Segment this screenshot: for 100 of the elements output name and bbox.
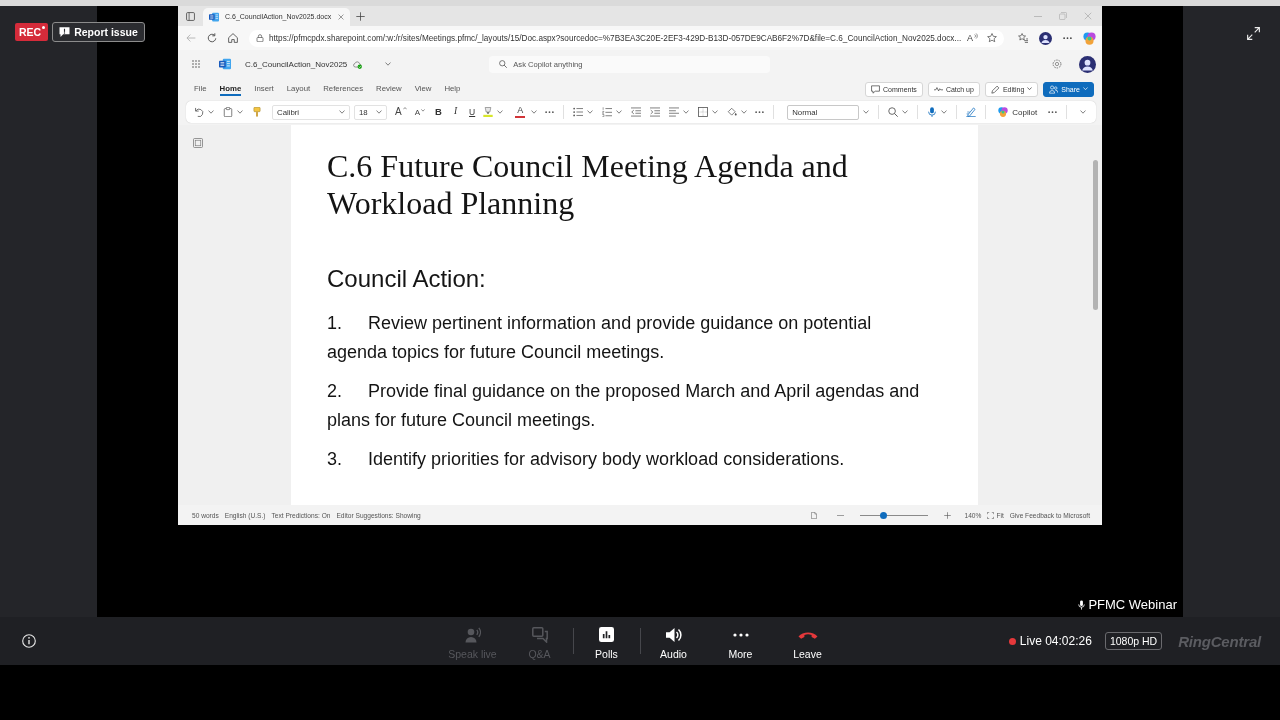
caret-icon[interactable] bbox=[863, 110, 870, 114]
speaker-icon bbox=[665, 626, 682, 643]
list-item: 1. Review pertinent information and provide guidance on potential agenda topics for future Council meetings. bbox=[327, 312, 873, 364]
quality-badge[interactable]: 1080p HD bbox=[1104, 632, 1163, 650]
caret-icon[interactable] bbox=[376, 110, 382, 114]
brush-icon[interactable] bbox=[252, 107, 262, 117]
caret-icon bbox=[1083, 87, 1088, 91]
leave-button[interactable]: Leave bbox=[774, 617, 841, 665]
bold-button[interactable]: B bbox=[431, 107, 446, 117]
favorites-icon[interactable] bbox=[1018, 33, 1028, 43]
grow-font-button[interactable]: A bbox=[393, 107, 409, 117]
caret-icon[interactable] bbox=[616, 110, 623, 114]
caret-icon[interactable] bbox=[1080, 110, 1086, 114]
bullet-list-icon[interactable] bbox=[573, 107, 584, 117]
presenter-label: PFMC Webinar bbox=[1088, 597, 1177, 612]
microphone-icon bbox=[1078, 599, 1086, 610]
comment-icon bbox=[871, 84, 881, 94]
new-tab-icon[interactable] bbox=[356, 11, 365, 21]
pulse-icon bbox=[933, 86, 943, 92]
read-aloud-button[interactable]: A bbox=[967, 32, 978, 44]
avatar-icon[interactable] bbox=[1039, 31, 1052, 45]
cloud-check-icon bbox=[353, 59, 363, 69]
shrink-font-button[interactable]: A bbox=[412, 107, 427, 117]
scrollbar-thumb[interactable] bbox=[1093, 160, 1098, 310]
indent-icon[interactable] bbox=[650, 107, 661, 117]
list-item: 2. Provide final guidance on the proposed March and April agendas and plans for future Council meetings. bbox=[327, 380, 921, 432]
report-issue-button[interactable]: Report issue bbox=[52, 22, 145, 42]
exclamation-bubble-icon bbox=[59, 27, 71, 37]
home-icon[interactable] bbox=[228, 33, 238, 43]
more-icon bbox=[732, 632, 749, 637]
live-timer: Live 04:02:26 bbox=[1019, 634, 1092, 648]
frame-corners-icon bbox=[987, 511, 995, 519]
lock-icon[interactable] bbox=[256, 34, 264, 42]
info-icon[interactable] bbox=[22, 634, 36, 648]
outdent-icon[interactable] bbox=[631, 107, 642, 117]
polls-button[interactable]: Polls bbox=[573, 617, 640, 665]
caret-icon[interactable] bbox=[208, 110, 214, 114]
settings-icon[interactable] bbox=[1052, 59, 1062, 69]
microphone-icon[interactable] bbox=[927, 107, 938, 117]
list-item: 3. Identify priorities for advisory body workload considerations. bbox=[327, 448, 846, 471]
caret-icon[interactable] bbox=[237, 110, 243, 114]
more-icon[interactable] bbox=[1048, 110, 1058, 114]
pen-icon[interactable] bbox=[966, 107, 977, 117]
undo-icon[interactable] bbox=[194, 107, 204, 117]
back-icon[interactable] bbox=[186, 33, 196, 43]
highlighter-icon[interactable] bbox=[483, 107, 494, 117]
italic-button[interactable]: I bbox=[449, 107, 462, 117]
page-icon[interactable] bbox=[810, 511, 817, 519]
nested-squares-icon[interactable] bbox=[193, 138, 203, 148]
circles-logo-icon bbox=[998, 107, 1009, 117]
caret-icon[interactable] bbox=[531, 110, 538, 114]
pencil-icon bbox=[990, 84, 1000, 94]
caret-icon[interactable] bbox=[941, 110, 948, 114]
copilot-button[interactable]: Copilot bbox=[995, 107, 1041, 117]
document-name[interactable]: C.6_CouncilAction_Nov2025 bbox=[245, 58, 348, 70]
caret-down-icon bbox=[421, 109, 425, 112]
more-icon[interactable] bbox=[545, 110, 555, 114]
zoom-in-icon[interactable] bbox=[943, 511, 951, 519]
caret-icon[interactable] bbox=[497, 110, 504, 114]
star-icon[interactable] bbox=[987, 33, 997, 43]
sidebar-window-icon[interactable] bbox=[186, 11, 195, 21]
zoom-slider-thumb[interactable] bbox=[879, 511, 887, 519]
search-icon bbox=[499, 60, 508, 68]
border-icon[interactable] bbox=[698, 107, 709, 117]
caret-icon[interactable] bbox=[587, 110, 594, 114]
people-icon bbox=[1049, 84, 1059, 94]
refresh-icon[interactable] bbox=[207, 33, 217, 43]
color-swatch-icon bbox=[515, 115, 526, 119]
more-icon[interactable] bbox=[755, 110, 765, 114]
clipboard-icon[interactable] bbox=[223, 107, 233, 117]
close-icon[interactable] bbox=[338, 14, 344, 20]
address-field[interactable]: https://pfmcpdx.sharepoint.com/:w:/r/sites/Meetings.pfmc/_layouts/15/Doc.aspx?sourcedoc=%7B3EA3C20E-2EF3-429D-B13D-057DE9CAB6F2%7D&file=C.6_CouncilAction_Nov2025.docx... A bbox=[249, 29, 1004, 47]
recording-label: REC bbox=[19, 26, 42, 38]
section-heading: Council Action: bbox=[327, 264, 487, 294]
caret-icon[interactable] bbox=[712, 110, 719, 114]
search-icon[interactable] bbox=[888, 107, 899, 117]
numbered-list-icon[interactable] bbox=[602, 107, 613, 117]
more-button[interactable]: More bbox=[707, 617, 774, 665]
caret-icon[interactable] bbox=[339, 110, 345, 114]
align-icon[interactable] bbox=[669, 107, 680, 117]
caret-icon bbox=[1027, 87, 1033, 91]
caret-icon[interactable] bbox=[683, 110, 690, 114]
fill-bucket-icon[interactable] bbox=[727, 107, 738, 117]
document-logo-icon bbox=[209, 12, 219, 22]
record-dot-icon bbox=[42, 26, 46, 29]
caret-up-icon bbox=[402, 107, 407, 110]
waffle-menu-icon[interactable] bbox=[192, 60, 200, 68]
document-title: C.6 Future Council Meeting Agenda and Workload Planning bbox=[327, 148, 849, 222]
caret-icon[interactable] bbox=[902, 110, 909, 114]
audio-button[interactable]: Audio bbox=[640, 617, 707, 665]
underline-button[interactable]: U bbox=[465, 107, 480, 117]
font-color-button[interactable]: A bbox=[513, 105, 528, 119]
avatar-icon[interactable] bbox=[1079, 55, 1096, 73]
expand-arrows-icon[interactable] bbox=[1247, 27, 1260, 40]
caret-icon[interactable] bbox=[385, 62, 392, 66]
chat-bubbles-icon bbox=[531, 626, 548, 643]
more-icon[interactable] bbox=[1063, 36, 1072, 40]
person-voice-icon bbox=[464, 626, 481, 643]
circles-logo-icon[interactable] bbox=[1083, 31, 1096, 45]
caret-icon[interactable] bbox=[741, 110, 748, 114]
